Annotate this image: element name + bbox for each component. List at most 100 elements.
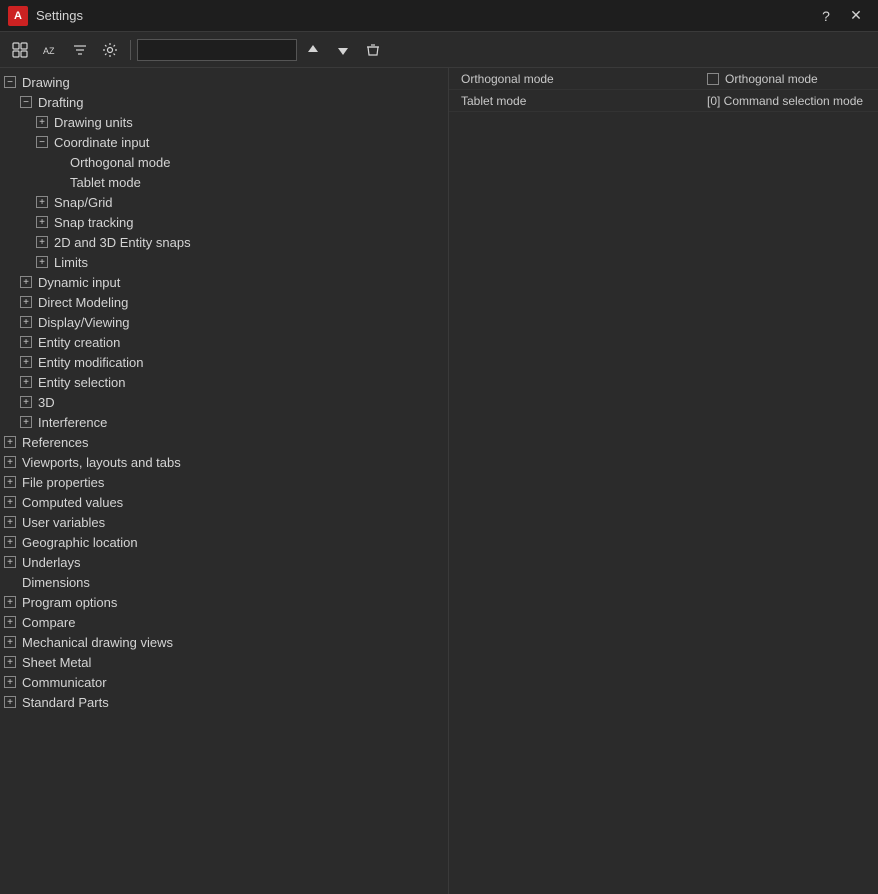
tree-item-viewports_layouts[interactable]: +Viewports, layouts and tabs — [0, 452, 448, 472]
help-button[interactable]: ? — [812, 4, 840, 28]
tree-item-dimensions[interactable]: Dimensions — [0, 572, 448, 592]
tree-item-label: Limits — [54, 255, 88, 270]
tree-item-mechanical_drawing[interactable]: + Mechanical drawing views — [0, 632, 448, 652]
expand-icon[interactable]: + — [4, 536, 16, 548]
tree-item-label: Tablet mode — [70, 175, 141, 190]
tree-panel[interactable]: −Drawing−Drafting+Drawing units−Coordina… — [0, 68, 448, 894]
collapse-icon[interactable]: − — [4, 76, 16, 88]
expand-icon[interactable]: + — [4, 636, 16, 648]
expand-icon[interactable]: + — [36, 256, 48, 268]
expand-icon[interactable]: + — [4, 696, 16, 708]
tree-item-snap_grid[interactable]: +Snap/Grid — [0, 192, 448, 212]
tree-item-dynamic_input[interactable]: +Dynamic input — [0, 272, 448, 292]
tree-item-snap_tracking[interactable]: + Snap tracking — [0, 212, 448, 232]
tree-item-file_properties[interactable]: + File properties — [0, 472, 448, 492]
expand-icon[interactable]: + — [20, 276, 32, 288]
expand-icon[interactable]: + — [20, 356, 32, 368]
tree-item-label: Entity selection — [38, 375, 125, 390]
expand-icon[interactable]: + — [4, 496, 16, 508]
expand-icon[interactable]: + — [36, 116, 48, 128]
tree-item-label: Compare — [22, 615, 75, 630]
tree-item-program_options[interactable]: +Program options — [0, 592, 448, 612]
tree-item-references[interactable]: + References — [0, 432, 448, 452]
tree-item-label: Drawing — [22, 75, 70, 90]
tree-item-user_variables[interactable]: + User variables — [0, 512, 448, 532]
expand-icon[interactable]: + — [4, 516, 16, 528]
settings-row-tablet: Tablet mode [0] Command selection mode — [449, 90, 878, 112]
collapse-icon[interactable]: − — [20, 96, 32, 108]
right-panel: Orthogonal mode Orthogonal mode Tablet m… — [448, 68, 878, 894]
tree-item-label: Display/Viewing — [38, 315, 130, 330]
tree-item-geographic_location[interactable]: +Geographic location — [0, 532, 448, 552]
close-button[interactable]: ✕ — [842, 4, 870, 28]
tree-item-limits[interactable]: + Limits — [0, 252, 448, 272]
window-controls: ? ✕ — [812, 4, 870, 28]
tree-item-coord_input[interactable]: −Coordinate input — [0, 132, 448, 152]
tree-item-label: Drafting — [38, 95, 84, 110]
tree-item-orthogonal_mode[interactable]: Orthogonal mode — [0, 152, 448, 172]
expand-icon[interactable]: + — [4, 596, 16, 608]
tree-item-label: Communicator — [22, 675, 107, 690]
expand-icon[interactable]: + — [4, 456, 16, 468]
tree-item-drafting[interactable]: −Drafting — [0, 92, 448, 112]
toolbar-clear-btn[interactable] — [359, 37, 387, 63]
tree-item-label: Sheet Metal — [22, 655, 91, 670]
expand-icon[interactable]: + — [4, 476, 16, 488]
tree-item-label: User variables — [22, 515, 105, 530]
tree-item-label: Entity creation — [38, 335, 120, 350]
tree-item-label: Direct Modeling — [38, 295, 128, 310]
tree-item-standard_parts[interactable]: +Standard Parts — [0, 692, 448, 712]
tree-item-tablet_mode[interactable]: Tablet mode — [0, 172, 448, 192]
expand-icon[interactable]: + — [20, 296, 32, 308]
tree-item-label: Snap tracking — [54, 215, 134, 230]
orthogonal-checkbox[interactable] — [707, 73, 719, 85]
tree-item-label: Coordinate input — [54, 135, 149, 150]
settings-value-tablet: [0] Command selection mode — [707, 94, 870, 108]
collapse-icon[interactable]: − — [36, 136, 48, 148]
tree-item-label: References — [22, 435, 88, 450]
expand-icon[interactable]: + — [20, 316, 32, 328]
tree-item-3d[interactable]: +3D — [0, 392, 448, 412]
expand-icon[interactable]: + — [4, 436, 16, 448]
toolbar-filter-btn[interactable] — [66, 37, 94, 63]
tree-item-drawing_units[interactable]: +Drawing units — [0, 112, 448, 132]
toolbar-up-btn[interactable] — [299, 37, 327, 63]
expand-icon[interactable]: + — [20, 396, 32, 408]
expand-icon[interactable]: + — [36, 236, 48, 248]
app-icon: A — [8, 6, 28, 26]
expand-icon[interactable]: + — [20, 416, 32, 428]
tree-item-sheet_metal[interactable]: + Sheet Metal — [0, 652, 448, 672]
tree-item-communicator[interactable]: + Communicator — [0, 672, 448, 692]
tree-item-entity_snaps[interactable]: +2D and 3D Entity snaps — [0, 232, 448, 252]
toolbar-down-btn[interactable] — [329, 37, 357, 63]
toolbar-sort-btn[interactable]: AZ — [36, 37, 64, 63]
expand-icon[interactable]: + — [4, 616, 16, 628]
expand-icon[interactable]: + — [36, 216, 48, 228]
title-bar: A Settings ? ✕ — [0, 0, 878, 32]
expand-icon[interactable]: + — [20, 376, 32, 388]
tree-item-label: Orthogonal mode — [70, 155, 170, 170]
expand-icon[interactable]: + — [4, 656, 16, 668]
tree-item-display_viewing[interactable]: + Display/Viewing — [0, 312, 448, 332]
tree-item-computed_values[interactable]: +Computed values — [0, 492, 448, 512]
expand-icon[interactable]: + — [4, 676, 16, 688]
tree-item-direct_modeling[interactable]: + Direct Modeling — [0, 292, 448, 312]
tree-item-entity_creation[interactable]: + Entity creation — [0, 332, 448, 352]
expand-icon[interactable]: + — [20, 336, 32, 348]
tree-item-compare[interactable]: + Compare — [0, 612, 448, 632]
tree-item-interference[interactable]: +Interference — [0, 412, 448, 432]
tree-item-label: File properties — [22, 475, 104, 490]
tree-item-entity_modification[interactable]: +Entity modification — [0, 352, 448, 372]
tree-item-label: 2D and 3D Entity snaps — [54, 235, 191, 250]
expand-icon[interactable]: + — [4, 556, 16, 568]
toolbar-settings-btn[interactable] — [96, 37, 124, 63]
tree-item-drawing[interactable]: −Drawing — [0, 72, 448, 92]
tree-item-label: Mechanical drawing views — [22, 635, 173, 650]
toolbar-grid-btn[interactable] — [6, 37, 34, 63]
tree-item-underlays[interactable]: +Underlays — [0, 552, 448, 572]
expand-icon[interactable]: + — [36, 196, 48, 208]
tree-item-entity_selection[interactable]: + Entity selection — [0, 372, 448, 392]
settings-key-orthogonal: Orthogonal mode — [457, 72, 707, 86]
toolbar-separator — [130, 40, 131, 60]
search-input[interactable] — [137, 39, 297, 61]
